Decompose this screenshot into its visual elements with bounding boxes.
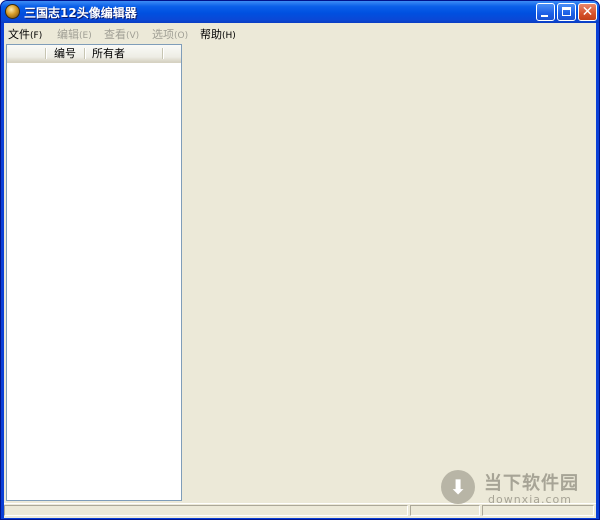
column-header-blank[interactable]: [7, 45, 45, 62]
close-icon: ✕: [581, 4, 594, 20]
minimize-icon: [541, 15, 548, 17]
menu-help-label: 帮助: [200, 28, 222, 41]
watermark-brand-en: downxia.com: [488, 493, 572, 506]
title-bar[interactable]: 三国志12头像编辑器 ✕: [1, 1, 599, 23]
menu-view-label: 查看: [104, 28, 126, 41]
content-pane: [184, 44, 596, 501]
maximize-button[interactable]: [557, 3, 576, 21]
column-header-number[interactable]: 编号: [47, 45, 83, 62]
menu-help-accel: (H): [222, 31, 236, 41]
menu-edit-accel: (E): [79, 31, 92, 41]
download-arrow-icon: ⬇: [441, 470, 475, 504]
status-panel-main: [4, 505, 408, 516]
menu-bar: 文件(F) 编辑(E) 查看(V) 选项(O) 帮助(H): [4, 23, 596, 42]
menu-options[interactable]: 选项(O): [152, 26, 188, 42]
menu-file[interactable]: 文件(F): [8, 26, 42, 42]
menu-view[interactable]: 查看(V): [104, 26, 139, 42]
menu-file-label: 文件: [8, 28, 30, 41]
app-icon[interactable]: [5, 4, 20, 19]
arrow-down-icon: ⬇: [449, 475, 467, 499]
column-header-owner[interactable]: 所有者: [86, 45, 136, 62]
menu-view-accel: (V): [126, 31, 140, 41]
client-area: 文件(F) 编辑(E) 查看(V) 选项(O) 帮助(H) 编号 所有者: [4, 23, 596, 518]
menu-file-accel: (F): [30, 31, 43, 41]
app-window: 三国志12头像编辑器 ✕ 文件(F) 编辑(E) 查看(V) 选项(O) 帮助(…: [0, 0, 600, 520]
menu-help[interactable]: 帮助(H): [200, 26, 236, 42]
menu-options-label: 选项: [152, 28, 174, 41]
menu-edit-label: 编辑: [57, 28, 79, 41]
watermark-logo: ⬇ 当下软件园 downxia.com: [438, 467, 583, 509]
close-button[interactable]: ✕: [578, 3, 597, 21]
window-title: 三国志12头像编辑器: [24, 6, 137, 20]
menu-options-accel: (O): [174, 31, 189, 41]
column-divider[interactable]: [162, 48, 164, 59]
menu-edit[interactable]: 编辑(E): [57, 26, 92, 42]
maximize-icon: [562, 7, 571, 16]
list-view[interactable]: 编号 所有者: [6, 44, 182, 501]
watermark-brand-cn: 当下软件园: [484, 473, 579, 494]
minimize-button[interactable]: [536, 3, 555, 21]
list-header: 编号 所有者: [7, 45, 181, 63]
